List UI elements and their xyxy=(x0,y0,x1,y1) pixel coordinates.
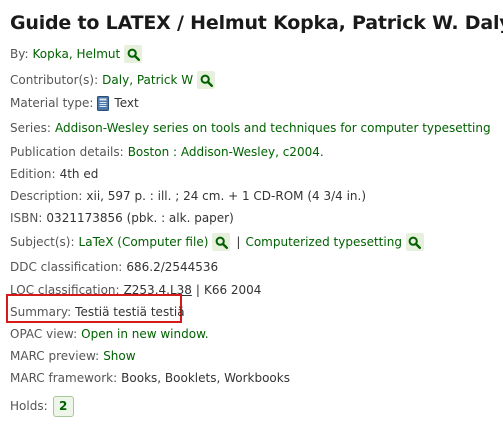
material-type-row: Material type: Text xyxy=(10,93,139,113)
marc-framework-row: MARC framework: Books, Booklets, Workboo… xyxy=(10,368,290,388)
marc-preview-row: MARC preview: Show xyxy=(10,346,136,366)
ddc-label: DDC classification: xyxy=(10,260,123,274)
summary-row: Summary: Testiä testiä testiä xyxy=(10,302,185,322)
search-icon xyxy=(127,48,140,61)
by-label: By: xyxy=(10,47,29,61)
contributors-label: Contributor(s): xyxy=(10,73,99,87)
contributor-link[interactable]: Daly, Patrick W xyxy=(102,70,193,90)
holds-count-button[interactable]: 2 xyxy=(52,395,74,417)
subjects-label: Subject(s): xyxy=(10,235,75,249)
subject-latex-search-button[interactable] xyxy=(212,233,231,251)
search-icon xyxy=(215,236,228,249)
edition-row: Edition: 4th ed xyxy=(10,164,98,184)
author-link[interactable]: Kopka, Helmut xyxy=(33,44,121,64)
summary-value: Testiä testiä testiä xyxy=(75,305,185,319)
marc-framework-value: Books, Booklets, Workbooks xyxy=(121,371,290,385)
contributor-search-button[interactable] xyxy=(197,71,216,89)
author-row: By: Kopka, Helmut xyxy=(10,44,143,64)
subject-separator: | xyxy=(236,235,241,249)
holds-row: Holds: 2 xyxy=(10,395,74,417)
series-row: Series: Addison-Wesley series on tools a… xyxy=(10,118,491,138)
description-label: Description: xyxy=(10,189,83,203)
edition-value: 4th ed xyxy=(59,167,99,181)
search-icon xyxy=(409,236,422,249)
ddc-row: DDC classification: 686.2/2544536 xyxy=(10,257,218,277)
material-type-value: Text xyxy=(114,96,139,110)
summary-label: Summary: xyxy=(10,305,72,319)
opac-label: OPAC view: xyxy=(10,327,78,341)
subjects-row: Subject(s): LaTeX (Computer file) | Comp… xyxy=(10,232,424,252)
loc-rest: K66 2004 xyxy=(203,283,262,297)
series-link[interactable]: Addison-Wesley series on tools and techn… xyxy=(55,118,491,138)
ddc-value: 686.2/2544536 xyxy=(126,260,219,274)
isbn-value: 0321173856 (pbk. : alk. paper) xyxy=(46,211,234,225)
record-title: Guide to LATEX / Helmut Kopka, Patrick W… xyxy=(10,12,503,34)
marc-framework-label: MARC framework: xyxy=(10,371,118,385)
book-icon xyxy=(97,95,110,111)
author-search-button[interactable] xyxy=(124,45,143,63)
description-row: Description: xii, 597 p. : ill. ; 24 cm.… xyxy=(10,186,366,206)
description-value: xii, 597 p. : ill. ; 24 cm. + 1 CD-ROM (… xyxy=(86,189,367,203)
series-label: Series: xyxy=(10,121,51,135)
search-icon xyxy=(200,74,213,87)
opac-row: OPAC view: Open in new window. xyxy=(10,324,209,344)
edition-label: Edition: xyxy=(10,167,56,181)
marc-preview-link[interactable]: Show xyxy=(103,346,135,366)
subject-link-typesetting[interactable]: Computerized typesetting xyxy=(245,232,402,252)
opac-link[interactable]: Open in new window. xyxy=(81,324,208,344)
contributors-row: Contributor(s): Daly, Patrick W xyxy=(10,70,216,90)
isbn-row: ISBN: 0321173856 (pbk. : alk. paper) xyxy=(10,208,234,228)
publication-link[interactable]: Boston : Addison-Wesley, c2004. xyxy=(128,142,324,162)
loc-separator: | xyxy=(195,283,200,297)
subject-link-latex[interactable]: LaTeX (Computer file) xyxy=(79,232,209,252)
subject-typesetting-search-button[interactable] xyxy=(405,233,424,251)
holds-label: Holds: xyxy=(10,399,48,413)
isbn-label: ISBN: xyxy=(10,211,43,225)
material-type-label: Material type: xyxy=(10,96,94,110)
publication-label: Publication details: xyxy=(10,145,124,159)
publication-row: Publication details: Boston : Addison-We… xyxy=(10,142,324,162)
marc-preview-label: MARC preview: xyxy=(10,349,100,363)
